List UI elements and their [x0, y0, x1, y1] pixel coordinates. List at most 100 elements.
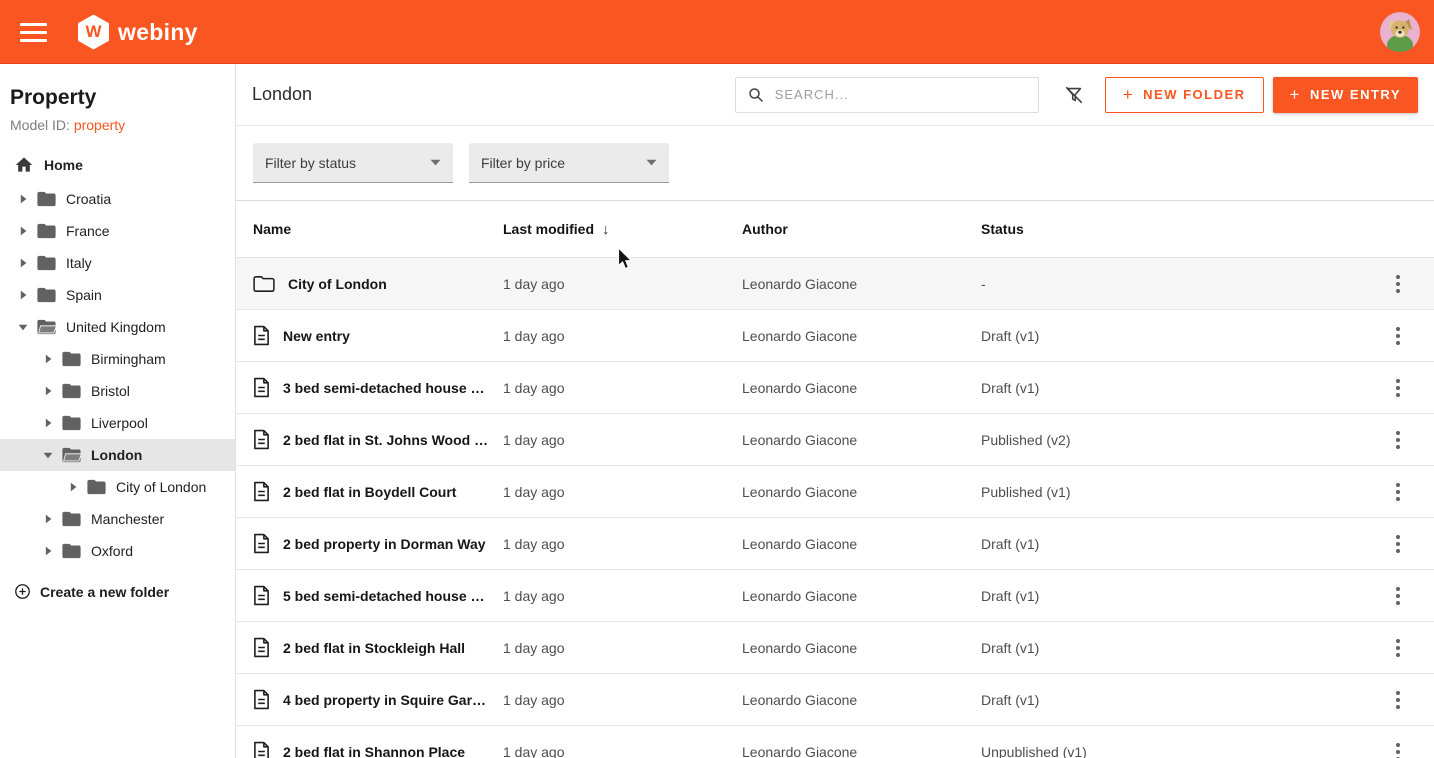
create-folder-label: Create a new folder: [40, 584, 169, 600]
row-actions-menu-icon[interactable]: [1390, 321, 1406, 351]
tree-item[interactable]: London: [0, 439, 235, 471]
chevron-right-icon[interactable]: [41, 354, 55, 364]
sort-desc-icon: ↓: [602, 221, 610, 238]
tree-item[interactable]: France: [0, 215, 235, 247]
chevron-right-icon[interactable]: [66, 482, 80, 492]
sidebar: Property Model ID: property Home: [0, 64, 236, 758]
entry-modified: 1 day ago: [503, 484, 742, 500]
row-actions-menu-icon[interactable]: [1390, 373, 1406, 403]
new-folder-label: NEW FOLDER: [1143, 87, 1245, 102]
row-actions-menu-icon[interactable]: [1390, 581, 1406, 611]
last-modified-label: Last modified: [503, 221, 594, 237]
tree-item[interactable]: Croatia: [0, 183, 235, 215]
filter-by-price-label: Filter by price: [481, 155, 565, 171]
search-input[interactable]: [775, 87, 1027, 102]
menu-icon[interactable]: [20, 23, 47, 42]
chevron-right-icon[interactable]: [41, 546, 55, 556]
main-content: London + NEW FOLDER: [236, 64, 1434, 758]
new-entry-button[interactable]: + NEW ENTRY: [1273, 77, 1418, 113]
folder-icon: [62, 383, 81, 399]
entry-name: 5 bed semi-detached house …: [283, 588, 485, 604]
webiny-logo[interactable]: W webiny: [78, 15, 198, 50]
tree-item[interactable]: Oxford: [0, 535, 235, 567]
table-row[interactable]: 5 bed semi-detached house … 1 day ago Le…: [236, 570, 1434, 622]
entry-author: Leonardo Giacone: [742, 640, 981, 656]
document-icon: [253, 689, 270, 710]
row-actions-menu-icon[interactable]: [1390, 269, 1406, 299]
entry-author: Leonardo Giacone: [742, 692, 981, 708]
tree-item[interactable]: Manchester: [0, 503, 235, 535]
entry-status: Draft (v1): [981, 328, 1362, 344]
chevron-right-icon[interactable]: [16, 290, 30, 300]
search-box[interactable]: [735, 77, 1039, 113]
tree-item-label: Manchester: [91, 511, 164, 527]
column-header-last-modified[interactable]: Last modified ↓: [503, 221, 742, 238]
row-actions-menu-icon[interactable]: [1390, 477, 1406, 507]
row-actions-menu-icon[interactable]: [1390, 737, 1406, 758]
entry-status: Published (v1): [981, 484, 1362, 500]
filter-by-status-select[interactable]: Filter by status: [253, 143, 453, 183]
row-actions-menu-icon[interactable]: [1390, 685, 1406, 715]
chevron-right-icon[interactable]: [16, 258, 30, 268]
model-id-label: Model ID:: [10, 117, 70, 133]
app-window: W webiny Property Model ID:: [0, 0, 1434, 758]
page-title: London: [252, 84, 312, 105]
chevron-right-icon[interactable]: [16, 226, 30, 236]
tree-item[interactable]: Bristol: [0, 375, 235, 407]
table-row[interactable]: 3 bed semi-detached house … 1 day ago Le…: [236, 362, 1434, 414]
user-avatar[interactable]: [1380, 12, 1420, 52]
chevron-down-icon[interactable]: [16, 324, 30, 331]
entry-status: Draft (v1): [981, 536, 1362, 552]
filter-off-icon[interactable]: [1063, 84, 1085, 106]
tree-item[interactable]: Liverpool: [0, 407, 235, 439]
tree-item[interactable]: Birmingham: [0, 343, 235, 375]
tree-item[interactable]: Spain: [0, 279, 235, 311]
entry-name: 2 bed flat in St. Johns Wood …: [283, 432, 488, 448]
tree-item[interactable]: City of London: [0, 471, 235, 503]
entry-modified: 1 day ago: [503, 692, 742, 708]
row-actions-menu-icon[interactable]: [1390, 633, 1406, 663]
document-icon: [253, 325, 270, 346]
home-label: Home: [44, 157, 83, 173]
entry-author: Leonardo Giacone: [742, 276, 981, 292]
tree-item[interactable]: Italy: [0, 247, 235, 279]
model-id-value: property: [74, 117, 125, 133]
entry-modified: 1 day ago: [503, 328, 742, 344]
entry-author: Leonardo Giacone: [742, 588, 981, 604]
sidebar-item-home[interactable]: Home: [0, 149, 235, 181]
table-row[interactable]: 2 bed property in Dorman Way 1 day ago L…: [236, 518, 1434, 570]
table-row[interactable]: 2 bed flat in Stockleigh Hall 1 day ago …: [236, 622, 1434, 674]
row-actions-menu-icon[interactable]: [1390, 529, 1406, 559]
row-actions-menu-icon[interactable]: [1390, 425, 1406, 455]
table-row[interactable]: 4 bed property in Squire Gar… 1 day ago …: [236, 674, 1434, 726]
chevron-right-icon[interactable]: [41, 514, 55, 524]
entry-status: Draft (v1): [981, 588, 1362, 604]
chevron-down-icon[interactable]: [41, 452, 55, 459]
entry-status: Unpublished (v1): [981, 744, 1362, 758]
entry-name: 2 bed flat in Stockleigh Hall: [283, 640, 465, 656]
filter-by-price-select[interactable]: Filter by price: [469, 143, 669, 183]
folder-icon: [37, 191, 56, 207]
table-row[interactable]: 2 bed flat in Shannon Place 1 day ago Le…: [236, 726, 1434, 758]
folder-tree: Croatia France: [0, 183, 235, 567]
top-app-bar: W webiny: [0, 0, 1434, 64]
chevron-right-icon[interactable]: [41, 386, 55, 396]
new-folder-button[interactable]: + NEW FOLDER: [1105, 77, 1264, 113]
search-icon: [747, 86, 765, 104]
tree-item[interactable]: United Kingdom: [0, 311, 235, 343]
table-row[interactable]: City of London 1 day ago Leonardo Giacon…: [236, 258, 1434, 310]
create-folder-button[interactable]: Create a new folder: [0, 583, 235, 600]
entry-modified: 1 day ago: [503, 276, 742, 292]
entry-status: Draft (v1): [981, 640, 1362, 656]
folder-icon: [62, 511, 81, 527]
table-row[interactable]: 2 bed flat in St. Johns Wood … 1 day ago…: [236, 414, 1434, 466]
folder-icon: [37, 287, 56, 303]
tree-item-label: Spain: [66, 287, 102, 303]
entry-name: 3 bed semi-detached house …: [283, 380, 485, 396]
document-icon: [253, 637, 270, 658]
chevron-right-icon[interactable]: [16, 194, 30, 204]
table-row[interactable]: New entry 1 day ago Leonardo Giacone Dra…: [236, 310, 1434, 362]
chevron-right-icon[interactable]: [41, 418, 55, 428]
table-row[interactable]: 2 bed flat in Boydell Court 1 day ago Le…: [236, 466, 1434, 518]
entry-author: Leonardo Giacone: [742, 380, 981, 396]
